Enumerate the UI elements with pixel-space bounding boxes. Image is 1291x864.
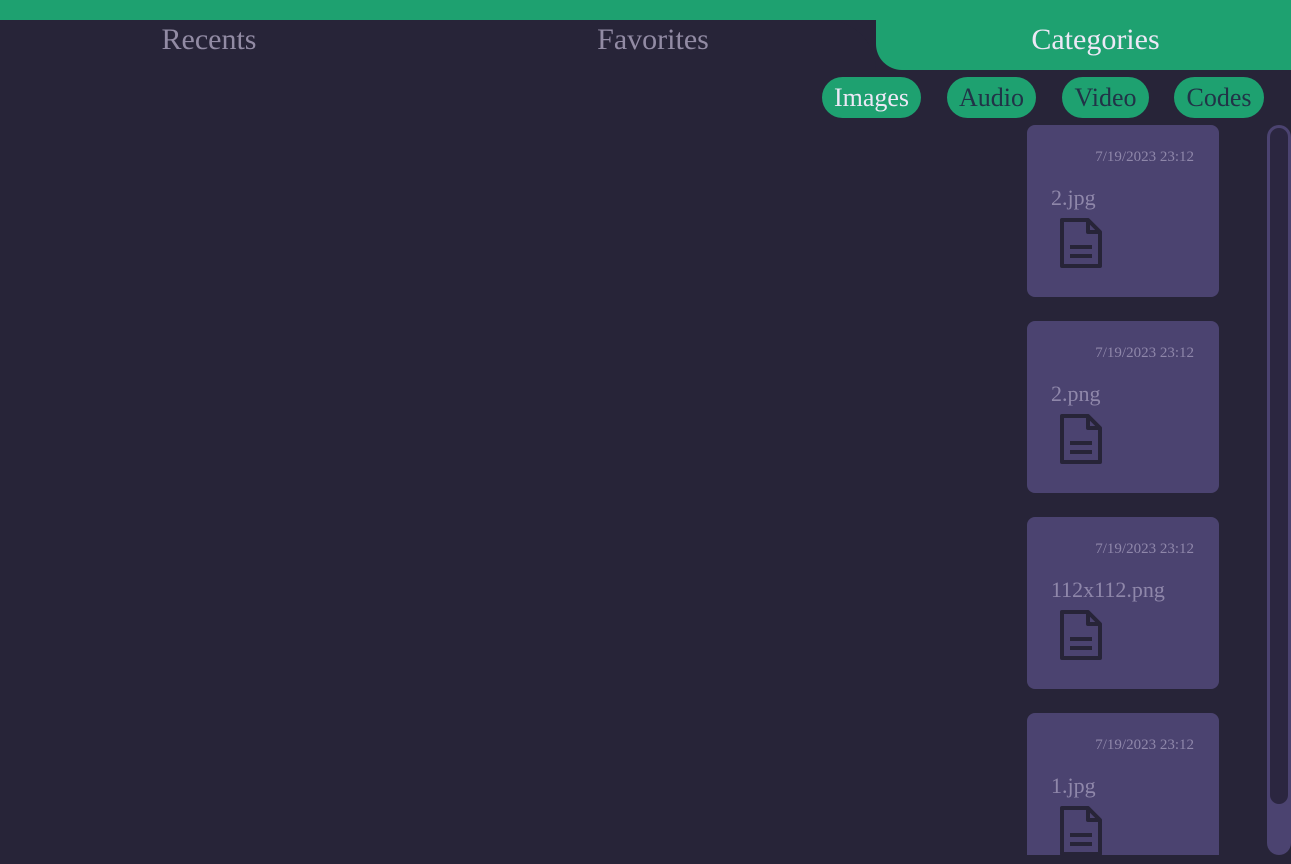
document-icon	[1060, 806, 1102, 855]
tab-favorites[interactable]: Favorites	[438, 20, 868, 60]
file-card[interactable]: 7/19/2023 23:12 112x112.png	[1027, 517, 1219, 689]
file-date: 7/19/2023 23:12	[1095, 541, 1194, 557]
filter-audio-button[interactable]: Audio	[947, 77, 1036, 118]
tab-categories[interactable]: Categories	[900, 20, 1291, 60]
file-name: 112x112.png	[1051, 577, 1165, 602]
document-icon	[1060, 414, 1102, 464]
tab-recents[interactable]: Recents	[0, 20, 418, 60]
scrollbar-thumb[interactable]	[1270, 128, 1288, 804]
file-date: 7/19/2023 23:12	[1095, 737, 1194, 753]
file-card[interactable]: 7/19/2023 23:12 2.jpg	[1027, 125, 1219, 297]
header-accent-bar	[0, 0, 1291, 20]
file-date: 7/19/2023 23:12	[1095, 149, 1194, 165]
file-name: 2.jpg	[1051, 185, 1096, 210]
file-name: 2.png	[1051, 381, 1101, 406]
file-date: 7/19/2023 23:12	[1095, 345, 1194, 361]
document-icon	[1060, 218, 1102, 268]
document-icon	[1060, 610, 1102, 660]
file-list: 7/19/2023 23:12 2.jpg 7/19/2023 23:12 2.…	[1027, 125, 1219, 855]
file-name: 1.jpg	[1051, 773, 1096, 798]
filter-video-button[interactable]: Video	[1062, 77, 1149, 118]
filter-images-button[interactable]: Images	[822, 77, 921, 118]
file-card[interactable]: 7/19/2023 23:12 2.png	[1027, 321, 1219, 493]
file-card[interactable]: 7/19/2023 23:12 1.jpg	[1027, 713, 1219, 855]
filter-codes-button[interactable]: Codes	[1174, 77, 1264, 118]
